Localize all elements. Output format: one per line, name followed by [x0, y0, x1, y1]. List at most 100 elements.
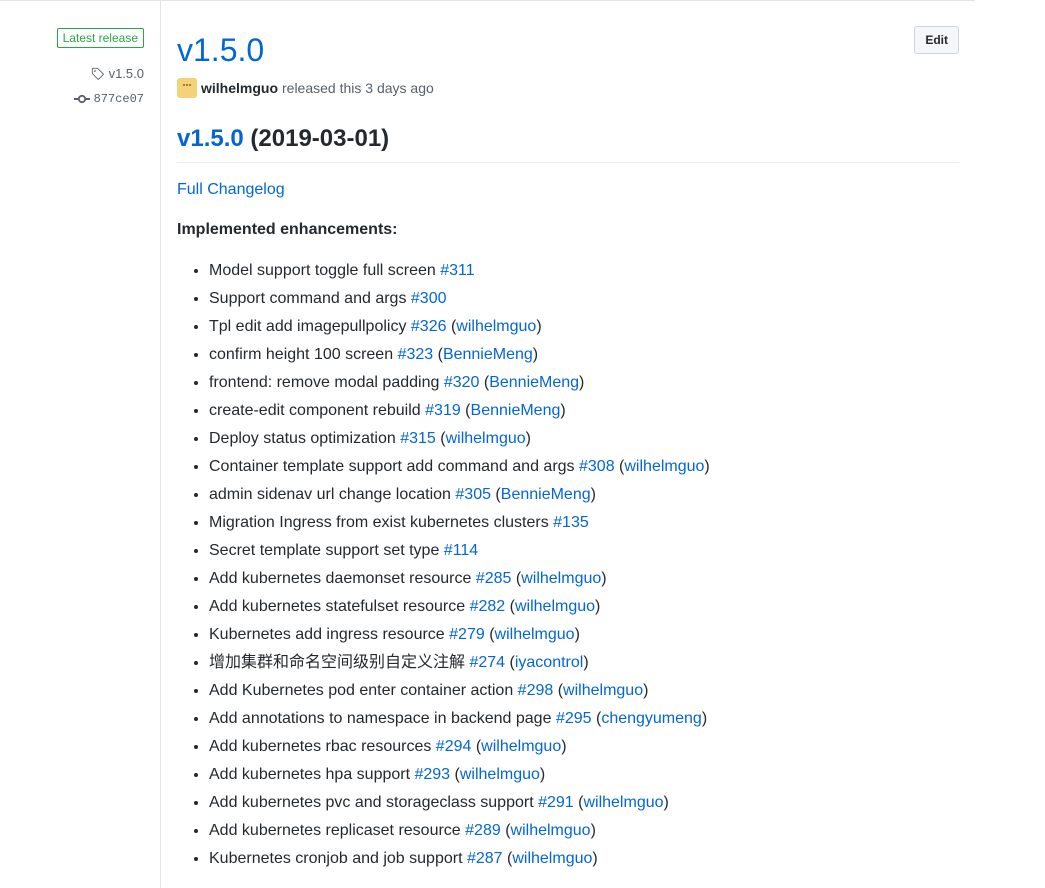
user-link[interactable]: wilhelmguo: [512, 850, 592, 867]
item-text: Add Kubernetes pod enter container actio…: [209, 682, 514, 699]
item-text: Migration Ingress from exist kubernetes …: [209, 514, 549, 531]
commit-sha: 877ce07: [93, 92, 144, 106]
list-item: admin sidenav url change location #305 (…: [209, 481, 710, 509]
list-item: Add annotations to namespace in backend …: [209, 705, 710, 733]
list-item: Add kubernetes daemonset resource #285 (…: [209, 565, 710, 593]
user-link[interactable]: wilhelmguo: [495, 626, 575, 643]
item-text: confirm height 100 screen: [209, 346, 394, 363]
item-text: Kubernetes cronjob and job support: [209, 850, 463, 867]
pr-link[interactable]: #311: [440, 262, 474, 279]
list-item: Support command and args #300: [209, 285, 710, 313]
list-item: Add kubernetes replicaset resource #289 …: [209, 817, 710, 845]
pr-link[interactable]: #289: [465, 822, 501, 839]
list-item: Add kubernetes statefulset resource #282…: [209, 593, 710, 621]
commit-icon: [73, 94, 90, 104]
user-link[interactable]: wilhelmguo: [460, 766, 540, 783]
item-text: Add annotations to namespace in backend …: [209, 710, 552, 727]
release-date: (2019-03-01): [250, 125, 390, 152]
user-link[interactable]: wilhelmguo: [624, 458, 704, 475]
list-item: Container template support add command a…: [209, 453, 710, 481]
tag-link[interactable]: v1.5.0: [91, 66, 144, 81]
list-item: Add kubernetes hpa support #293 (wilhelm…: [209, 761, 710, 789]
pr-link[interactable]: #319: [425, 402, 461, 419]
pr-link[interactable]: #282: [470, 598, 506, 615]
user-link[interactable]: wilhelmguo: [446, 430, 526, 447]
user-link[interactable]: chengyumeng: [601, 710, 702, 727]
pr-link[interactable]: #294: [436, 738, 472, 755]
pr-link[interactable]: #326: [411, 318, 447, 335]
pr-link[interactable]: #308: [579, 458, 615, 475]
list-item: Migration Ingress from exist kubernetes …: [209, 509, 710, 537]
section-title: Implemented enhancements:: [177, 221, 398, 238]
user-link[interactable]: wilhelmguo: [456, 318, 536, 335]
item-text: Tpl edit add imagepullpolicy: [209, 318, 407, 335]
list-item: Model support toggle full screen #311: [209, 257, 710, 285]
pr-link[interactable]: #315: [400, 430, 436, 447]
user-link[interactable]: wilhelmguo: [511, 822, 591, 839]
list-item: Tpl edit add imagepullpolicy #326 (wilhe…: [209, 313, 710, 341]
item-text: Deploy status optimization: [209, 430, 396, 447]
pr-link[interactable]: #305: [455, 486, 491, 503]
pr-link[interactable]: #135: [553, 514, 589, 531]
commit-link[interactable]: 877ce07: [73, 92, 144, 106]
list-item: Add kubernetes rbac resources #294 (wilh…: [209, 733, 710, 761]
item-text: frontend: remove modal padding: [209, 374, 440, 391]
full-changelog-link[interactable]: Full Changelog: [177, 181, 285, 199]
pr-link[interactable]: #287: [467, 850, 503, 867]
item-text: Model support toggle full screen: [209, 262, 436, 279]
item-text: Secret template support set type: [209, 542, 440, 559]
list-item: frontend: remove modal padding #320 (Ben…: [209, 369, 710, 397]
item-text: Add kubernetes daemonset resource: [209, 570, 472, 587]
item-text: Container template support add command a…: [209, 458, 575, 475]
user-link[interactable]: wilhelmguo: [481, 738, 561, 755]
pr-link[interactable]: #285: [476, 570, 512, 587]
item-text: Add kubernetes replicaset resource: [209, 822, 461, 839]
user-link[interactable]: BennieMeng: [471, 402, 561, 419]
release-title[interactable]: v1.5.0: [177, 30, 264, 70]
release-author-row: wilhelmguo released this 3 days ago: [177, 78, 434, 98]
user-link[interactable]: BennieMeng: [501, 486, 591, 503]
avatar[interactable]: [177, 78, 197, 98]
list-item: Kubernetes cronjob and job support #287 …: [209, 845, 710, 873]
item-text: Kubernetes add ingress resource: [209, 626, 445, 643]
edit-button[interactable]: Edit: [914, 26, 959, 54]
pr-link[interactable]: #320: [444, 374, 480, 391]
released-time-text: released this 3 days ago: [282, 80, 434, 96]
version-heading-link[interactable]: v1.5.0: [177, 125, 244, 152]
item-text: 增加集群和命名空间级别自定义注解: [209, 654, 466, 671]
latest-release-badge: Latest release: [56, 28, 144, 48]
tag-label: v1.5.0: [108, 66, 144, 81]
pr-link[interactable]: #274: [469, 654, 505, 671]
pr-link[interactable]: #300: [411, 290, 447, 307]
list-item: Add Kubernetes pod enter container actio…: [209, 677, 710, 705]
release-sidebar: Latest release v1.5.0 877ce07: [0, 0, 161, 888]
item-text: Add kubernetes pvc and storageclass supp…: [209, 794, 534, 811]
item-text: admin sidenav url change location: [209, 486, 451, 503]
user-link[interactable]: wilhelmguo: [563, 682, 643, 699]
pr-link[interactable]: #279: [449, 626, 485, 643]
item-text: Add kubernetes rbac resources: [209, 738, 432, 755]
pr-link[interactable]: #291: [538, 794, 574, 811]
list-item: Kubernetes add ingress resource #279 (wi…: [209, 621, 710, 649]
user-link[interactable]: iyacontrol: [515, 654, 583, 671]
pr-link[interactable]: #295: [556, 710, 592, 727]
user-link[interactable]: BennieMeng: [443, 346, 533, 363]
item-text: Add kubernetes statefulset resource: [209, 598, 466, 615]
pr-link[interactable]: #298: [518, 682, 554, 699]
enhancements-list: Model support toggle full screen #311Sup…: [177, 257, 710, 873]
author-link[interactable]: wilhelmguo: [201, 80, 278, 96]
item-text: Support command and args: [209, 290, 407, 307]
tag-icon: [91, 67, 104, 80]
pr-link[interactable]: #114: [444, 542, 478, 559]
item-text: Add kubernetes hpa support: [209, 766, 411, 783]
pr-link[interactable]: #293: [414, 766, 450, 783]
user-link[interactable]: wilhelmguo: [515, 598, 595, 615]
list-item: Deploy status optimization #315 (wilhelm…: [209, 425, 710, 453]
user-link[interactable]: wilhelmguo: [521, 570, 601, 587]
user-link[interactable]: BennieMeng: [489, 374, 579, 391]
pr-link[interactable]: #323: [398, 346, 434, 363]
release-body-heading: v1.5.0 (2019-03-01): [177, 124, 959, 163]
list-item: 增加集群和命名空间级别自定义注解 #274 (iyacontrol): [209, 649, 710, 677]
user-link[interactable]: wilhelmguo: [583, 794, 663, 811]
list-item: Add kubernetes pvc and storageclass supp…: [209, 789, 710, 817]
